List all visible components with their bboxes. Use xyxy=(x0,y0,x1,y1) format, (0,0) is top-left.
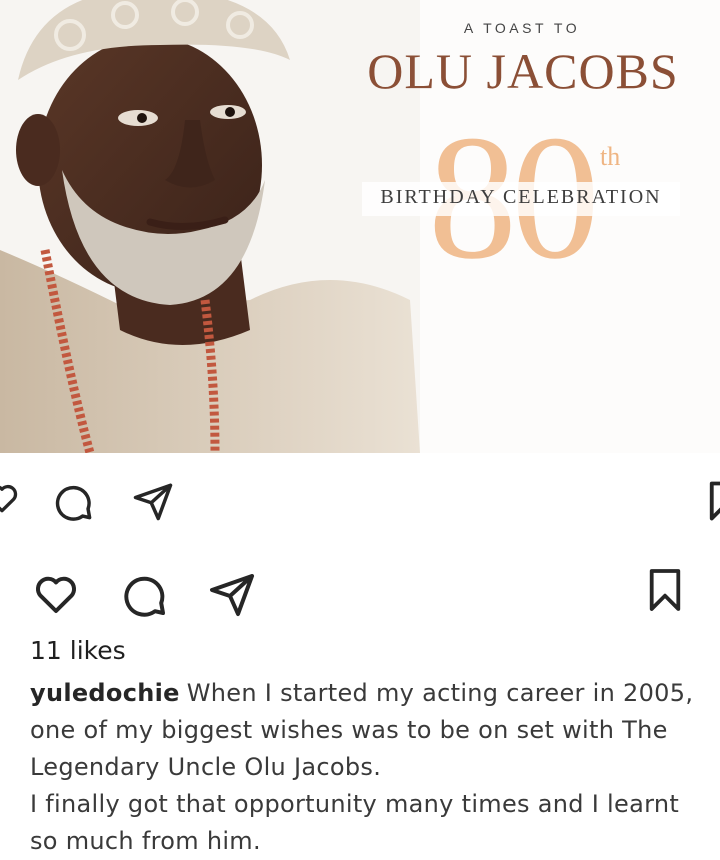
caption-paragraph-1: yuledochie When I started my acting caree… xyxy=(30,675,702,786)
heart-icon[interactable] xyxy=(32,570,80,616)
banner-name: OLU JACOBS xyxy=(367,43,679,99)
comment-icon[interactable] xyxy=(52,480,94,522)
anniversary-suffix: th xyxy=(600,142,621,171)
post-image[interactable]: A TOAST TO OLU JACOBS 80 th BIRTHDAY CEL… xyxy=(0,0,720,453)
comment-icon[interactable] xyxy=(120,570,168,618)
username[interactable]: yuledochie xyxy=(30,679,180,707)
caption-text-2: I finally got that opportunity many time… xyxy=(30,790,680,855)
bookmark-icon[interactable] xyxy=(706,480,720,522)
bookmark-icon[interactable] xyxy=(646,567,684,613)
post-caption: yuledochie When I started my acting caree… xyxy=(30,675,702,860)
share-icon[interactable] xyxy=(208,570,256,618)
banner-event: BIRTHDAY CELEBRATION xyxy=(380,186,662,208)
banner-subtitle: A TOAST TO xyxy=(463,20,581,36)
share-icon[interactable] xyxy=(132,480,174,522)
likes-count[interactable]: 11 likes xyxy=(30,636,126,665)
heart-icon[interactable] xyxy=(0,480,20,516)
